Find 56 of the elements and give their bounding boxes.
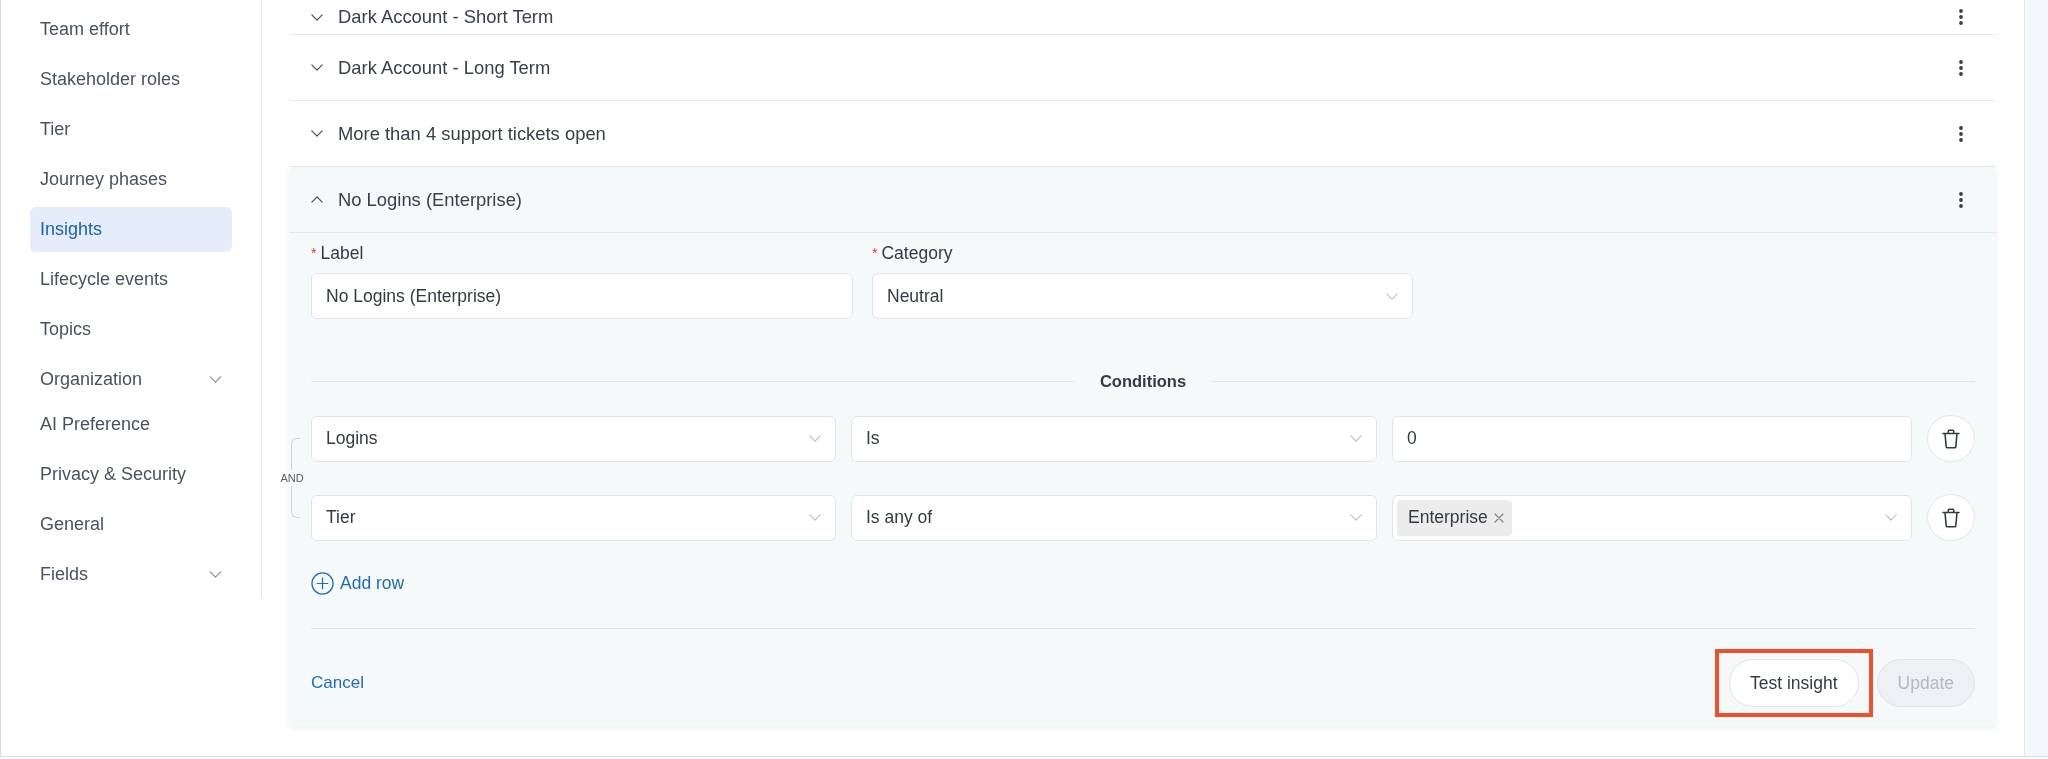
delete-row-button[interactable] bbox=[1927, 494, 1975, 541]
chevron-down-icon bbox=[1350, 514, 1362, 521]
sidebar-item[interactable]: Team effort bbox=[30, 7, 232, 52]
add-row-link[interactable]: Add row bbox=[311, 572, 405, 595]
kebab-icon bbox=[1959, 191, 1963, 208]
selected-tag[interactable]: Enterprise bbox=[1397, 499, 1512, 536]
operator-select[interactable]: Is any of bbox=[851, 494, 1377, 541]
chevron-down-icon bbox=[209, 376, 222, 383]
more-options-button[interactable] bbox=[1959, 191, 1963, 208]
chevron-down-icon bbox=[209, 571, 222, 578]
insight-title[interactable]: Dark Account - Long Term bbox=[338, 53, 551, 82]
chevron-down-icon bbox=[1386, 292, 1398, 300]
kebab-icon bbox=[1959, 9, 1963, 25]
field-label: * Category bbox=[872, 242, 954, 265]
sidebar-item[interactable]: Lifecycle events bbox=[30, 257, 232, 302]
sidebar-item[interactable]: Tier bbox=[30, 107, 232, 152]
trash-icon bbox=[1942, 428, 1960, 449]
chevron-down-icon bbox=[809, 514, 821, 521]
sidebar-item[interactable]: Insights bbox=[30, 207, 232, 252]
close-icon bbox=[1493, 512, 1504, 523]
plus-circle-icon bbox=[311, 572, 334, 595]
field-select[interactable]: Tier bbox=[311, 494, 836, 541]
value-input[interactable]: 0 bbox=[1392, 415, 1912, 462]
more-options-button[interactable] bbox=[1959, 125, 1963, 142]
sidebar-item[interactable]: Journey phases bbox=[30, 157, 232, 202]
insight-title[interactable]: No Logins (Enterprise) bbox=[338, 185, 522, 214]
section-title: Conditions bbox=[1098, 370, 1188, 392]
sidebar-item[interactable]: General bbox=[30, 502, 232, 547]
text-input[interactable]: No Logins (Enterprise) bbox=[311, 273, 853, 319]
tags-select[interactable]: Enterprise bbox=[1392, 494, 1912, 541]
more-options-button[interactable] bbox=[1959, 59, 1963, 76]
sidebar-item[interactable]: Organization bbox=[30, 357, 232, 402]
sidebar-item[interactable]: Topics bbox=[30, 307, 232, 352]
kebab-icon bbox=[1959, 59, 1963, 76]
bracket-arm bbox=[291, 438, 300, 470]
operator-select[interactable]: Is bbox=[851, 415, 1377, 462]
bracket-arm bbox=[291, 486, 300, 518]
more-options-button[interactable] bbox=[1959, 9, 1963, 25]
conjunction-label: AND bbox=[279, 471, 305, 486]
field-select[interactable]: Logins bbox=[311, 415, 836, 462]
sidebar-item[interactable]: AI Preference bbox=[30, 402, 232, 447]
cancel-link[interactable]: Cancel bbox=[311, 670, 364, 696]
chevron-down-icon bbox=[809, 435, 821, 442]
sidebar-item[interactable]: Stakeholder roles bbox=[30, 57, 232, 102]
sidebar-item[interactable]: Privacy & Security bbox=[30, 452, 232, 497]
test-insight-button[interactable]: Test insight bbox=[1729, 659, 1859, 707]
delete-row-button[interactable] bbox=[1927, 415, 1975, 462]
trash-icon bbox=[1942, 507, 1960, 528]
dropdown-select[interactable]: Neutral bbox=[872, 273, 1413, 319]
chevron-down-icon bbox=[1885, 514, 1897, 521]
insight-title[interactable]: More than 4 support tickets open bbox=[338, 119, 606, 148]
sidebar-item[interactable]: Fields bbox=[30, 552, 232, 597]
kebab-icon bbox=[1959, 125, 1963, 142]
chevron-down-icon bbox=[1350, 435, 1362, 442]
field-label: * Label bbox=[311, 242, 365, 265]
insight-title[interactable]: Dark Account - Short Term bbox=[338, 3, 554, 31]
